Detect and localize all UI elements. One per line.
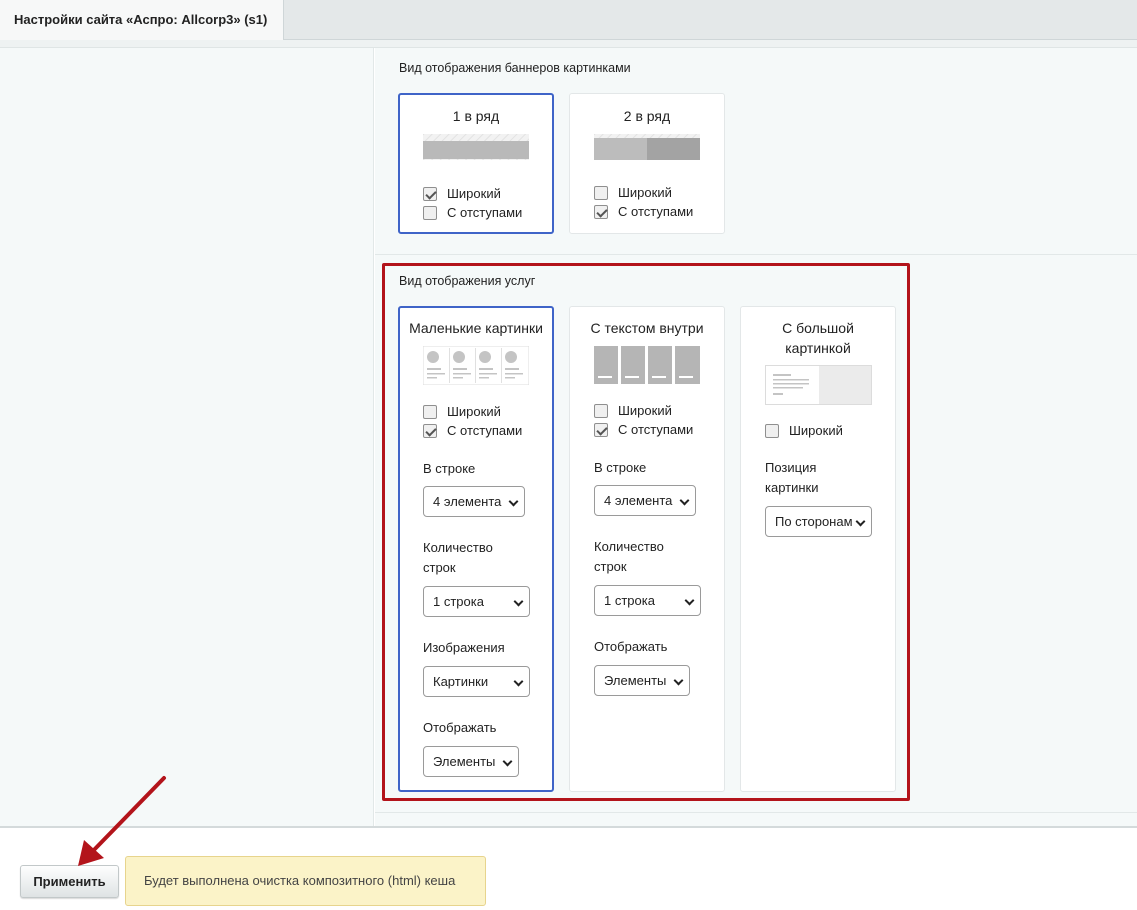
banner-card-1-row[interactable]: 1 в ряд Широкий С отступами (398, 93, 554, 234)
section-divider (375, 254, 1137, 255)
sub-bar (0, 40, 1137, 48)
checkbox-checked[interactable] (594, 204, 608, 219)
checkbox-label: Широкий (618, 185, 672, 200)
tab-site-settings[interactable]: Настройки сайта «Аспро: Allcorp3» (s1) (0, 0, 284, 40)
checkbox-checked[interactable] (423, 186, 437, 201)
checkbox-unchecked[interactable] (594, 185, 608, 200)
section-divider (375, 812, 1137, 813)
checkbox-label: С отступами (618, 204, 694, 219)
checkbox-label: Широкий (447, 186, 501, 201)
cache-notice: Будет выполнена очистка композитного (ht… (125, 856, 486, 906)
banner-2-row-preview-icon (594, 134, 700, 160)
checkbox-label: С отступами (447, 205, 523, 220)
left-column (0, 48, 374, 828)
highlight-frame (382, 263, 910, 801)
checkbox-unchecked[interactable] (423, 205, 437, 220)
banner-2-wide-checkbox[interactable]: Широкий (594, 185, 672, 200)
banner-card-title: 1 в ряд (452, 108, 500, 124)
banner-card-2-row[interactable]: 2 в ряд Широкий С отступами (569, 93, 725, 234)
banner-1-wide-checkbox[interactable]: Широкий (423, 186, 501, 201)
annotation-arrow-icon (78, 776, 166, 866)
banner-1-row-preview-icon (423, 134, 529, 160)
banner-2-padding-checkbox[interactable]: С отступами (594, 204, 693, 219)
tab-bar: Настройки сайта «Аспро: Allcorp3» (s1) (0, 0, 1137, 40)
banner-card-title: 2 в ряд (623, 108, 671, 124)
banner-1-padding-checkbox[interactable]: С отступами (423, 205, 522, 220)
banners-section-title: Вид отображения баннеров картинками (399, 61, 631, 75)
